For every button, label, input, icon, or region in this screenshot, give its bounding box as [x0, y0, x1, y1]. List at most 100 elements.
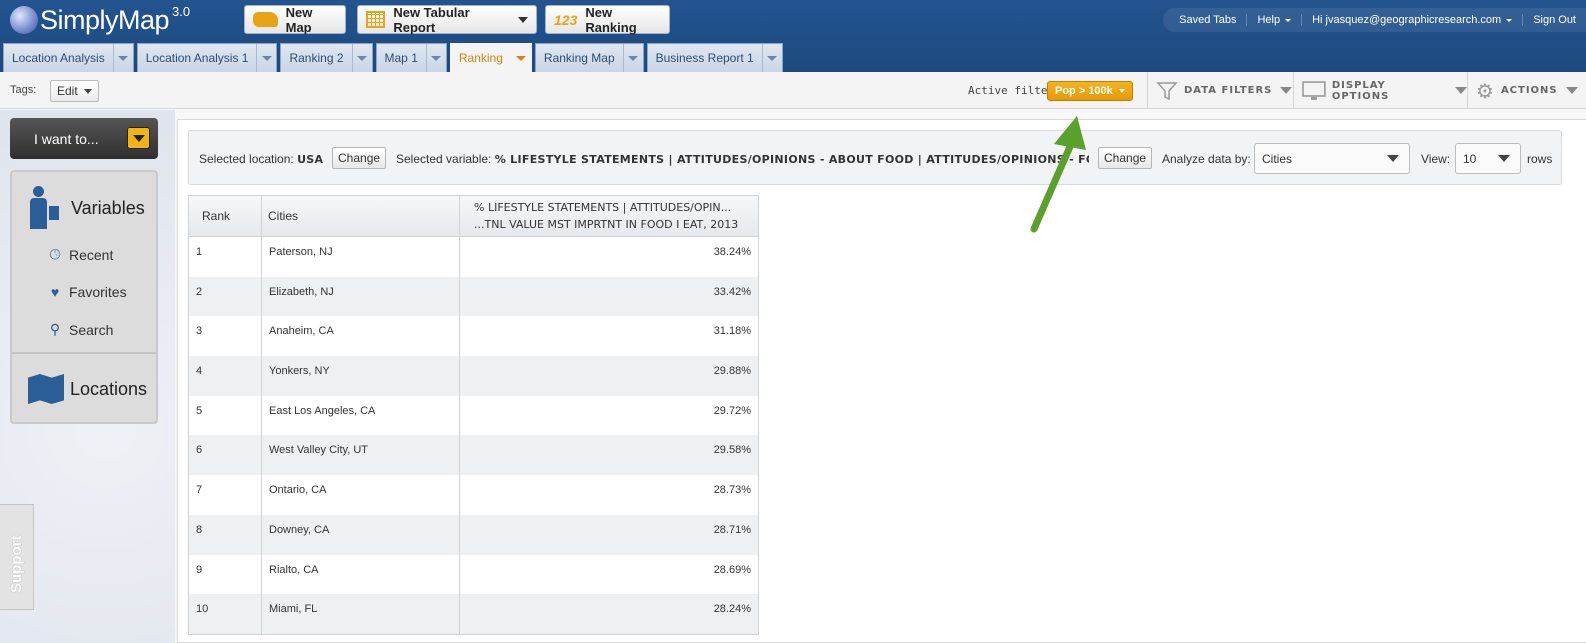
value-header-line2: ...TNL VALUE MST IMPRTNT IN FOOD I EAT, …: [474, 218, 739, 231]
funnel-icon: [1156, 81, 1178, 100]
rank-cell: 4: [189, 356, 262, 396]
table-row[interactable]: 9 Rialto, CA 28.69%: [189, 554, 758, 595]
person-icon: [28, 186, 50, 230]
i-want-to-menu[interactable]: I want to...: [10, 118, 158, 159]
map-icon: [28, 374, 64, 404]
value-cell: 29.72%: [713, 404, 751, 417]
sidebar-item-search[interactable]: ⚲ Search: [47, 321, 114, 338]
chevron-down-icon: [118, 55, 129, 61]
sidebar-item-recent[interactable]: 🕓︎ Recent: [47, 246, 113, 263]
tab-menu-button[interactable]: [425, 44, 446, 72]
column-header-rank[interactable]: Rank: [189, 196, 262, 236]
location-label: Selected location:: [199, 152, 294, 166]
help-menu[interactable]: Help: [1246, 14, 1301, 26]
new-ranking-button[interactable]: 123 New Ranking: [545, 5, 670, 35]
tags-edit-dropdown[interactable]: Edit: [50, 80, 99, 102]
new-map-button[interactable]: New Map: [244, 5, 346, 35]
tab-location-analysis[interactable]: Location Analysis: [3, 43, 134, 72]
analyze-by-select[interactable]: Cities: [1254, 143, 1410, 174]
tab-menu-button[interactable]: [256, 44, 276, 72]
value-cell: 29.58%: [713, 444, 751, 457]
new-tabular-label: New Tabular Report: [393, 4, 470, 35]
sign-out-link[interactable]: Sign Out: [1522, 14, 1586, 26]
table-row[interactable]: 4 Yonkers, NY 29.88%: [189, 356, 758, 396]
change-variable-button[interactable]: Change: [1098, 147, 1153, 169]
analyze-by-label: Analyze data by:: [1162, 152, 1251, 166]
chevron-down-icon: [515, 55, 526, 61]
search-icon: ⚲: [49, 321, 61, 337]
table-row[interactable]: 8 Downey, CA 28.71%: [189, 514, 758, 555]
tab-map-1[interactable]: Map 1: [375, 43, 447, 72]
tab-label: Ranking Map: [543, 51, 615, 65]
table-row[interactable]: 10 Miami, FL 28.24%: [189, 594, 758, 634]
location-value: USA: [297, 153, 324, 166]
value-cell: 31.18%: [713, 325, 751, 338]
chevron-down-icon: [1455, 87, 1467, 94]
user-greeting: Hi jvasquez@geographicresearch.com: [1312, 14, 1502, 26]
clock-icon: 🕓︎: [49, 246, 61, 262]
display-options-menu[interactable]: DISPLAY OPTIONS: [1293, 72, 1467, 109]
tab-ranking-map[interactable]: Ranking Map: [534, 43, 644, 72]
active-filter-badge[interactable]: Pop > 100k: [1047, 81, 1133, 101]
rows-label: rows: [1527, 152, 1553, 166]
table-row[interactable]: 7 Ontario, CA 28.73%: [189, 475, 758, 515]
user-account-menu[interactable]: Hi jvasquez@geographicresearch.com: [1301, 14, 1522, 26]
change-label: Change: [1104, 151, 1147, 165]
chevron-down-icon: [261, 55, 272, 61]
edit-label: Edit: [57, 84, 78, 98]
city-cell: Yonkers, NY: [262, 356, 460, 396]
tab-label: Business Report 1: [655, 51, 754, 65]
i-want-to-label: I want to...: [34, 130, 99, 147]
table-row[interactable]: 2 Elizabeth, NJ 33.42%: [189, 276, 758, 317]
sidebar-nav-panel: Variables 🕓︎ Recent ♥ Favorites ⚲ Search…: [10, 170, 158, 424]
selected-variable: Selected variable: % LIFESTYLE STATEMENT…: [396, 152, 1089, 166]
monitor-icon: [1302, 80, 1326, 100]
support-tab[interactable]: Support: [0, 504, 34, 610]
sidebar-item-favorites[interactable]: ♥ Favorites: [47, 284, 127, 300]
table-row[interactable]: 5 East Los Angeles, CA 29.72%: [189, 395, 758, 436]
city-cell: Ontario, CA: [262, 475, 460, 515]
chevron-down-icon: [518, 16, 528, 23]
new-tabular-report-button[interactable]: New Tabular Report: [357, 4, 537, 35]
caret-down-icon: [1118, 89, 1125, 93]
table-row[interactable]: 3 Anaheim, CA 31.18%: [189, 316, 758, 357]
app-logo[interactable]: SimplyMap 3.0: [10, 3, 191, 35]
tab-menu-button[interactable]: [351, 44, 372, 72]
actions-menu[interactable]: ⚙ ACTIONS: [1467, 72, 1586, 109]
value-cell: 28.73%: [713, 484, 751, 497]
tab-menu-button[interactable]: [511, 44, 531, 72]
value-header-line1: % LIFESTYLE STATEMENTS | ATTITUDES/OPIN.…: [474, 201, 732, 214]
column-header-value[interactable]: % LIFESTYLE STATEMENTS | ATTITUDES/OPIN.…: [460, 196, 758, 236]
tab-ranking-2[interactable]: Ranking 2: [280, 43, 373, 72]
table-row[interactable]: 6 West Valley City, UT 29.58%: [189, 435, 758, 476]
rank-cell: 10: [189, 594, 262, 634]
variables-section[interactable]: Variables: [28, 186, 145, 230]
column-header-cities[interactable]: Cities: [262, 196, 460, 236]
data-filters-menu[interactable]: DATA FILTERS: [1147, 72, 1293, 109]
table-header: Rank Cities % LIFESTYLE STATEMENTS | ATT…: [189, 196, 758, 237]
tab-ranking[interactable]: Ranking: [449, 43, 532, 72]
rank-cell: 8: [189, 514, 262, 555]
tab-label: Ranking: [458, 51, 503, 65]
tab-menu-button[interactable]: [622, 44, 643, 72]
logo-version: 3.0: [172, 3, 191, 19]
tab-location-analysis-1[interactable]: Location Analysis 1: [136, 43, 278, 72]
locations-section[interactable]: Locations: [28, 374, 147, 404]
saved-tabs-link[interactable]: Saved Tabs: [1169, 14, 1246, 26]
value-cell: 38.24%: [713, 246, 751, 258]
table-grid-icon: [366, 11, 386, 28]
rank-cell: 2: [189, 276, 262, 317]
rank-cell: 7: [189, 475, 262, 515]
caret-down-icon: [1506, 18, 1513, 22]
gear-icon: ⚙: [1476, 78, 1495, 103]
tab-menu-button[interactable]: [112, 44, 133, 72]
city-cell: East Los Angeles, CA: [262, 395, 460, 436]
help-label: Help: [1257, 14, 1281, 26]
change-location-button[interactable]: Change: [332, 147, 387, 169]
view-rows-value: 10: [1463, 151, 1477, 166]
tab-business-report-1[interactable]: Business Report 1: [646, 43, 783, 72]
view-rows-select[interactable]: 10: [1455, 143, 1521, 174]
table-row[interactable]: 1 Paterson, NJ 38.24%: [189, 237, 758, 277]
chevron-down-icon: [1280, 87, 1293, 94]
tab-menu-button[interactable]: [761, 44, 782, 72]
